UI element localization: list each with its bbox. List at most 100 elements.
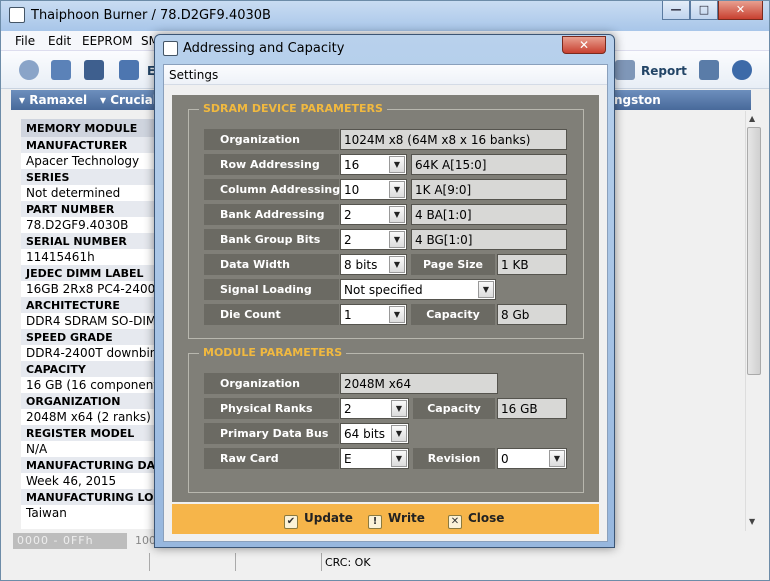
- revision-select[interactable]: 0 ▼: [497, 448, 567, 469]
- tab-ramaxel[interactable]: ▾ Ramaxel: [19, 93, 87, 107]
- spd-value-capacity: 16 GB (16 components: [21, 377, 157, 393]
- bank-group-bits-select[interactable]: 2 ▼: [340, 229, 407, 250]
- chevron-down-icon: ▼: [549, 450, 565, 467]
- spd-key-manufacturing-location: MANUFACTURING LOCA: [21, 489, 157, 505]
- bank-group-bits-value: 2: [344, 233, 352, 247]
- read-chip-icon[interactable]: [119, 60, 139, 80]
- spd-value-serial-number: 11415461h: [21, 249, 157, 265]
- chevron-down-icon: ▼: [478, 281, 494, 298]
- primary-data-bus-select[interactable]: 64 bits ▼: [340, 423, 409, 444]
- update-label: Update: [304, 511, 353, 525]
- bank-addressing-value: 2: [344, 208, 352, 222]
- tab-crucial[interactable]: ▾ Crucial: [100, 93, 157, 107]
- report-button[interactable]: Report: [641, 64, 687, 78]
- chevron-down-icon: ▼: [389, 306, 405, 323]
- spd-key-register-model: REGISTER MODEL: [21, 425, 157, 441]
- dialog-menubar: Settings: [164, 65, 607, 85]
- close-dialog-button[interactable]: ✕ Close: [448, 511, 504, 529]
- addressing-capacity-dialog: Addressing and Capacity ✕ Settings SDRAM…: [154, 34, 615, 548]
- data-width-select[interactable]: 8 bits ▼: [340, 254, 407, 275]
- save-disk-icon[interactable]: [84, 60, 104, 80]
- column-addressing-label: Column Addressing: [204, 179, 340, 200]
- status-divider: [235, 553, 236, 571]
- row-addressing-label: Row Addressing: [204, 154, 339, 175]
- spd-key-part-number: PART NUMBER: [21, 201, 157, 217]
- column-addressing-field: 1K A[9:0]: [411, 179, 567, 200]
- bank-group-bits-field: 4 BG[1:0]: [411, 229, 567, 250]
- module-capacity-label: Capacity: [413, 398, 495, 419]
- spd-key-manufacturer: MANUFACTURER: [21, 137, 157, 153]
- raw-card-select[interactable]: E ▼: [340, 448, 409, 469]
- write-label: Write: [388, 511, 425, 525]
- spd-value-manufacturing-location: Taiwan: [21, 505, 157, 521]
- die-count-select[interactable]: 1 ▼: [340, 304, 407, 325]
- menu-file[interactable]: File: [15, 34, 35, 48]
- close-button[interactable]: ✕: [718, 1, 763, 20]
- status-divider: [321, 553, 322, 571]
- status-number: 100: [135, 534, 156, 547]
- spd-value-jedec-label: 16GB 2Rx8 PC4-2400T: [21, 281, 157, 297]
- spd-value-series: Not determined: [21, 185, 157, 201]
- column-addressing-select[interactable]: 10 ▼: [340, 179, 407, 200]
- dialog-body: Settings SDRAM DEVICE PARAMETERS Organiz…: [163, 64, 608, 542]
- update-button[interactable]: ✔ Update: [284, 511, 353, 529]
- physical-ranks-select[interactable]: 2 ▼: [340, 398, 409, 419]
- tab-kingston[interactable]: ngston: [614, 93, 661, 107]
- scroll-down-icon[interactable]: ▼: [749, 517, 755, 526]
- bank-addressing-select[interactable]: 2 ▼: [340, 204, 407, 225]
- data-width-label: Data Width: [204, 254, 339, 275]
- refresh-icon[interactable]: [732, 60, 752, 80]
- row-addressing-field: 64K A[15:0]: [411, 154, 567, 175]
- chevron-down-icon: ▼: [391, 400, 407, 417]
- bank-addressing-label: Bank Addressing: [204, 204, 339, 225]
- address-range: 0000 - 0FFh: [13, 533, 127, 549]
- sdram-group-title: SDRAM DEVICE PARAMETERS: [199, 102, 387, 115]
- chevron-down-icon: ▼: [391, 425, 407, 442]
- spd-key-series: SERIES: [21, 169, 157, 185]
- spd-key-organization: ORGANIZATION: [21, 393, 157, 409]
- device-capacity-field: 8 Gb: [497, 304, 567, 325]
- spd-value-part-number: 78.D2GF9.4030B: [21, 217, 157, 233]
- spd-value-manufacturing-date: Week 46, 2015: [21, 473, 157, 489]
- vertical-scrollbar[interactable]: ▲ ▼: [745, 111, 761, 531]
- spd-key-jedec-label: JEDEC DIMM LABEL: [21, 265, 157, 281]
- physical-ranks-value: 2: [344, 402, 352, 416]
- sdram-organization-field: 1024M x8 (64M x8 x 16 banks): [340, 129, 567, 150]
- minimize-button[interactable]: —: [662, 1, 690, 20]
- menu-edit[interactable]: Edit: [48, 34, 71, 48]
- scrollbar-thumb[interactable]: [747, 127, 761, 375]
- dialog-close-button[interactable]: ✕: [562, 36, 606, 54]
- report-icon[interactable]: [615, 60, 635, 80]
- module-capacity-field: 16 GB: [497, 398, 567, 419]
- write-button[interactable]: ! Write: [368, 511, 425, 529]
- spd-value-speed-grade: DDR4-2400T downbin: [21, 345, 157, 361]
- tab-crucial-label: Crucial: [110, 93, 157, 107]
- chevron-down-icon: ▼: [389, 181, 405, 198]
- app-logo-icon: [9, 7, 25, 23]
- scroll-up-icon[interactable]: ▲: [749, 114, 755, 123]
- revision-label: Revision: [413, 448, 495, 469]
- screenshot-icon[interactable]: [699, 60, 719, 80]
- physical-ranks-label: Physical Ranks: [204, 398, 339, 419]
- raw-card-label: Raw Card: [204, 448, 339, 469]
- open-folder-icon[interactable]: [51, 60, 71, 80]
- spd-value-organization: 2048M x64 (2 ranks): [21, 409, 157, 425]
- bank-group-bits-label: Bank Group Bits: [204, 229, 339, 250]
- column-addressing-value: 10: [344, 183, 360, 197]
- spd-value-manufacturer: Apacer Technology: [21, 153, 157, 169]
- settings-gear-icon[interactable]: [19, 60, 39, 80]
- main-titlebar: Thaiphoon Burner / 78.D2GF9.4030B — □ ✕: [1, 1, 769, 31]
- close-icon: ✕: [448, 515, 462, 529]
- menu-eeprom[interactable]: EEPROM: [82, 34, 133, 48]
- row-addressing-value: 16: [344, 158, 360, 172]
- row-addressing-select[interactable]: 16 ▼: [340, 154, 407, 175]
- primary-data-bus-label: Primary Data Bus: [204, 423, 339, 444]
- signal-loading-select[interactable]: Not specified ▼: [340, 279, 496, 300]
- module-organization-label: Organization: [204, 373, 339, 394]
- revision-value: 0: [501, 452, 509, 466]
- spd-key-speed-grade: SPEED GRADE: [21, 329, 157, 345]
- menu-settings[interactable]: Settings: [169, 68, 218, 82]
- status-divider: [149, 553, 150, 571]
- module-organization-field: 2048M x64: [340, 373, 498, 394]
- maximize-button[interactable]: □: [690, 1, 718, 20]
